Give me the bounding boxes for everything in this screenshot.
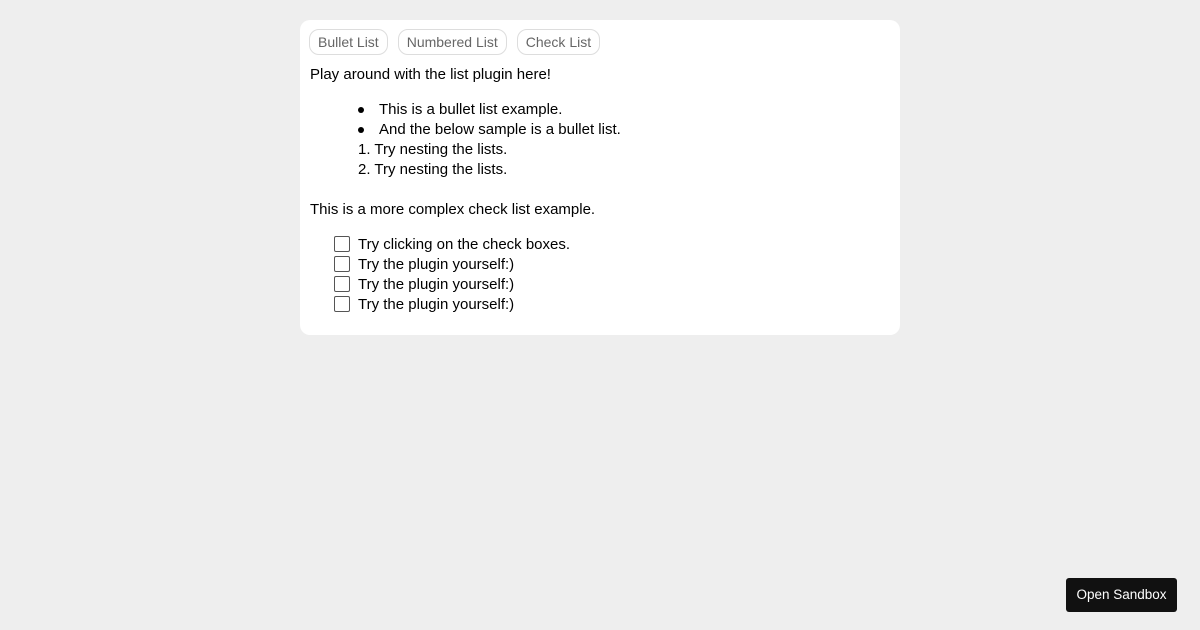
list-item: 1. Try nesting the lists. [358,140,507,160]
list-toolbar: Bullet List Numbered List Check List [309,29,601,55]
checkbox[interactable] [334,256,350,272]
list-item-text: Try nesting the lists. [374,141,508,158]
checkbox[interactable] [334,236,350,252]
list-number: 2. [358,161,375,178]
check-list-button[interactable]: Check List [516,29,601,55]
bullet-list-button[interactable]: Bullet List [309,29,388,55]
check-item-text: Try the plugin yourself:) [358,256,515,273]
numbered-list-button[interactable]: Numbered List [397,29,507,55]
editor-card: Bullet List Numbered List Check List Pla… [300,20,900,335]
list-item-text: And the below sample is a bullet list. [379,121,621,138]
intro-paragraph: Play around with the list plugin here! [310,66,551,83]
list-item-text: Try nesting the lists. [374,161,508,178]
open-sandbox-button[interactable]: Open Sandbox [1066,578,1177,612]
check-item-text: Try the plugin yourself:) [358,296,515,313]
check-intro-paragraph: This is a more complex check list exampl… [310,201,596,218]
list-number: 1. [358,141,375,158]
list-item: 2. Try nesting the lists. [358,160,507,180]
bullet-icon [358,107,364,113]
list-item-text: This is a bullet list example. [379,101,563,118]
check-item-text: Try the plugin yourself:) [358,276,515,293]
checkbox[interactable] [334,296,350,312]
checkbox[interactable] [334,276,350,292]
check-item-text: Try clicking on the check boxes. [358,236,571,253]
bullet-icon [358,127,364,133]
